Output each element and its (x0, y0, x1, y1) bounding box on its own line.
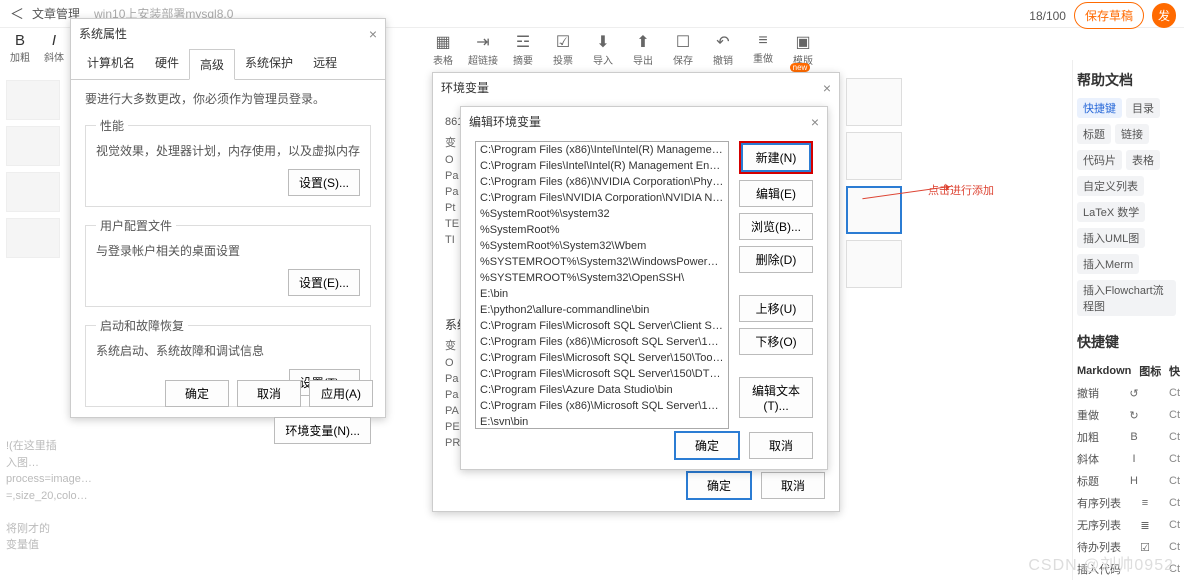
tab-远程[interactable]: 远程 (303, 48, 347, 79)
help-tag[interactable]: LaTeX 数学 (1077, 202, 1145, 222)
shortcut-row: 无序列表≣Ct (1077, 514, 1180, 536)
path-up-button[interactable]: 上移(U) (739, 295, 813, 322)
profile-group: 用户配置文件 与登录帐户相关的桌面设置 设置(E)... (85, 217, 371, 307)
help-tag[interactable]: 自定义列表 (1077, 176, 1144, 196)
path-browse-button[interactable]: 浏览(B)... (739, 213, 813, 240)
system-properties-dialog: 系统属性 × 计算机名硬件高级系统保护远程 要进行大多数更改，你必须作为管理员登… (70, 18, 386, 418)
shortcut-row: 斜体ICt (1077, 448, 1180, 470)
page-thumbnails (846, 78, 906, 294)
path-item[interactable]: E:\bin (476, 286, 728, 302)
path-item[interactable]: C:\Program Files\Microsoft SQL Server\15… (476, 350, 728, 366)
tab-硬件[interactable]: 硬件 (145, 48, 189, 79)
shortcut-row: 重做↻Ct (1077, 404, 1180, 426)
path-item[interactable]: C:\Program Files\Microsoft SQL Server\15… (476, 366, 728, 382)
path-listbox[interactable]: C:\Program Files (x86)\Intel\Intel(R) Ma… (475, 141, 729, 429)
env-vars-button[interactable]: 环境变量(N)... (274, 417, 371, 444)
help-tag[interactable]: 插入Merm (1077, 254, 1139, 274)
path-down-button[interactable]: 下移(O) (739, 328, 813, 355)
env-ok-button[interactable]: 确定 (687, 472, 751, 499)
char-count: 18/100 (1029, 9, 1066, 23)
path-edit-text-button[interactable]: 编辑文本(T)... (739, 377, 813, 418)
bold-button[interactable]: B加粗 (8, 32, 32, 64)
help-tag[interactable]: 快捷键 (1077, 98, 1122, 118)
path-delete-button[interactable]: 删除(D) (739, 246, 813, 273)
path-cancel-button[interactable]: 取消 (749, 432, 813, 459)
path-ok-button[interactable]: 确定 (675, 432, 739, 459)
help-sidebar: 帮助文档 快捷键目录标题链接代码片表格自定义列表LaTeX 数学插入UML图插入… (1072, 60, 1184, 580)
help-tag[interactable]: 目录 (1126, 98, 1160, 118)
edit-dialog-title: 编辑环境变量 (469, 113, 541, 130)
path-edit-button[interactable]: 编辑(E) (739, 180, 813, 207)
help-tag[interactable]: 表格 (1126, 150, 1160, 170)
env-dialog-title: 环境变量 (441, 79, 489, 96)
editor-placeholder: !(在这里插入图… process=image… =,size_20,colo…… (6, 438, 60, 554)
path-item[interactable]: C:\Program Files (x86)\Microsoft SQL Ser… (476, 334, 728, 350)
tab-系统保护[interactable]: 系统保护 (235, 48, 303, 79)
path-item[interactable]: C:\Program Files (x86)\Microsoft SQL Ser… (476, 398, 728, 414)
tab-高级[interactable]: 高级 (189, 49, 235, 80)
shortcut-row: 标题HCt (1077, 470, 1180, 492)
help-tag[interactable]: 插入UML图 (1077, 228, 1145, 248)
path-item[interactable]: C:\Program Files\Intel\Intel(R) Manageme… (476, 158, 728, 174)
sys-apply-button[interactable]: 应用(A) (309, 380, 373, 407)
admin-note: 要进行大多数更改，你必须作为管理员登录。 (85, 90, 371, 107)
shortcut-row: 有序列表≡Ct (1077, 492, 1180, 514)
shortcut-row: 撤销↺Ct (1077, 382, 1180, 404)
close-icon[interactable]: × (369, 26, 377, 42)
watermark: CSDN @刘帅0952 (1028, 551, 1174, 575)
path-item[interactable]: E:\svn\bin (476, 414, 728, 429)
perf-settings-button[interactable]: 设置(S)... (288, 169, 360, 196)
tab-计算机名[interactable]: 计算机名 (77, 48, 145, 79)
performance-group: 性能 视觉效果，处理器计划，内存使用，以及虚拟内存 设置(S)... (85, 117, 371, 207)
path-item[interactable]: C:\Program Files (x86)\NVIDIA Corporatio… (476, 174, 728, 190)
path-item[interactable]: %SystemRoot%\system32 (476, 206, 728, 222)
shortcut-row: 加粗BCt (1077, 426, 1180, 448)
path-item[interactable]: C:\Program Files (x86)\Intel\Intel(R) Ma… (476, 142, 728, 158)
publish-button[interactable]: 发 (1152, 3, 1176, 28)
edit-env-var-dialog: 编辑环境变量 × C:\Program Files (x86)\Intel\In… (460, 106, 828, 470)
path-item[interactable]: %SYSTEMROOT%\System32\OpenSSH\ (476, 270, 728, 286)
path-item[interactable]: C:\Program Files\Microsoft SQL Server\Cl… (476, 318, 728, 334)
italic-button[interactable]: I斜体 (42, 32, 66, 64)
close-icon[interactable]: × (811, 114, 819, 130)
save-draft-button[interactable]: 保存草稿 (1074, 2, 1144, 29)
help-title: 帮助文档 (1077, 70, 1180, 90)
help-tag[interactable]: 标题 (1077, 124, 1111, 144)
help-tag[interactable]: 链接 (1115, 124, 1149, 144)
sys-cancel-button[interactable]: 取消 (237, 380, 301, 407)
help-tag[interactable]: 插入Flowchart流程图 (1077, 280, 1176, 316)
sys-ok-button[interactable]: 确定 (165, 380, 229, 407)
back-icon[interactable]: ＜ (10, 4, 24, 24)
left-gutter: !(在这里插入图… process=image… =,size_20,colo…… (6, 80, 60, 554)
shortcuts-title: 快捷键 (1077, 332, 1180, 352)
close-icon[interactable]: × (823, 80, 831, 96)
path-new-button[interactable]: 新建(N) (742, 144, 810, 171)
path-item[interactable]: %SystemRoot% (476, 222, 728, 238)
annotation-text: 点击进行添加 (928, 182, 994, 198)
path-item[interactable]: %SystemRoot%\System32\Wbem (476, 238, 728, 254)
env-cancel-button[interactable]: 取消 (761, 472, 825, 499)
path-item[interactable]: C:\Program Files\Azure Data Studio\bin (476, 382, 728, 398)
path-item[interactable]: C:\Program Files\NVIDIA Corporation\NVID… (476, 190, 728, 206)
path-item[interactable]: %SYSTEMROOT%\System32\WindowsPowerShell\… (476, 254, 728, 270)
path-item[interactable]: E:\python2\allure-commandline\bin (476, 302, 728, 318)
dialog-title: 系统属性 (79, 25, 127, 42)
profile-settings-button[interactable]: 设置(E)... (288, 269, 360, 296)
help-tag[interactable]: 代码片 (1077, 150, 1122, 170)
